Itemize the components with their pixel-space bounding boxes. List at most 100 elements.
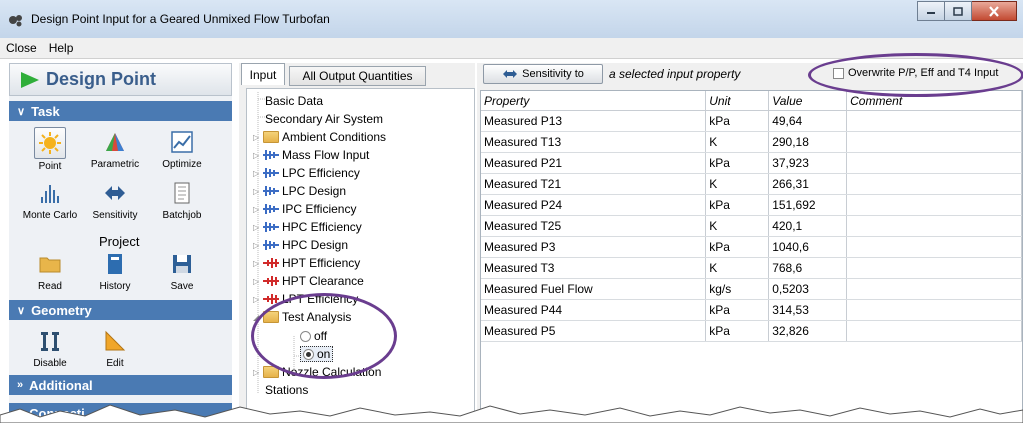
radio-on[interactable] [303, 348, 314, 360]
cell-comment[interactable] [846, 257, 1022, 279]
table-row[interactable]: Measured P13 kPa 49,64 [481, 110, 1022, 132]
cell-comment[interactable] [846, 131, 1022, 153]
cell-empty [705, 341, 770, 362]
cell-comment[interactable] [846, 278, 1022, 300]
cell-value[interactable]: 314,53 [768, 299, 848, 321]
cell-comment[interactable] [846, 236, 1022, 258]
cell-comment[interactable] [846, 320, 1022, 342]
tool-parametric[interactable]: Parametric [85, 127, 145, 170]
task-section-header[interactable]: ∨ Task [9, 101, 232, 121]
design-point-header[interactable]: Design Point [9, 63, 232, 96]
menu-close[interactable]: Close [0, 41, 43, 55]
tool-history-label: History [99, 281, 131, 292]
cell-comment[interactable] [846, 173, 1022, 195]
cell-comment[interactable] [846, 194, 1022, 216]
cell-value[interactable]: 420,1 [768, 215, 848, 237]
tree-option-off[interactable]: off [300, 327, 327, 345]
tree-node-lpt-efficiency[interactable]: ▷ LPT Efficiency [253, 290, 358, 308]
tree-option-on[interactable]: on [300, 345, 334, 363]
cell-value[interactable]: 1040,6 [768, 236, 848, 258]
column-header-unit[interactable]: Unit [705, 91, 770, 111]
tool-history[interactable]: History [85, 249, 145, 292]
cell-value[interactable]: 37,923 [768, 152, 848, 174]
close-icon[interactable] [972, 1, 1017, 21]
expand-icon[interactable]: ▷ [253, 169, 261, 178]
table-row[interactable]: Measured P21 kPa 37,923 [481, 152, 1022, 174]
double-arrow-icon [503, 70, 518, 78]
tool-monte-carlo[interactable]: Monte Carlo [20, 178, 80, 221]
tool-edit[interactable]: Edit [85, 326, 145, 369]
tree-node-mass-flow-input[interactable]: ▷ Mass Flow Input [253, 146, 369, 164]
table-row[interactable]: Measured Fuel Flow kg/s 0,5203 [481, 278, 1022, 300]
tree-node-hpt-clearance[interactable]: ▷ HPT Clearance [253, 272, 364, 290]
tree-node-hpc-design[interactable]: ▷ HPC Design [253, 236, 348, 254]
tab-input[interactable]: Input [241, 63, 285, 85]
expand-icon[interactable]: ▷ [253, 241, 261, 250]
document-icon [167, 178, 197, 208]
expand-icon[interactable]: ▷ [253, 151, 261, 160]
cell-value[interactable]: 266,31 [768, 173, 848, 195]
collapse-icon[interactable]: ◢ [253, 313, 261, 322]
tree-node-nozzle-calculation[interactable]: ▷ Nozzle Calculation [253, 363, 381, 381]
column-header-value[interactable]: Value [768, 91, 848, 111]
tree-node-lpc-efficiency[interactable]: ▷ LPC Efficiency [253, 164, 360, 182]
cell-comment[interactable] [846, 110, 1022, 132]
expand-icon[interactable]: ▷ [253, 259, 261, 268]
sensitivity-button[interactable]: Sensitivity to [483, 64, 603, 84]
cell-value[interactable]: 49,64 [768, 110, 848, 132]
expand-icon[interactable]: ▷ [253, 133, 261, 142]
tool-point[interactable]: Point [20, 127, 80, 172]
table-row[interactable]: Measured T25 K 420,1 [481, 215, 1022, 237]
tool-disable[interactable]: Disable [20, 326, 80, 369]
tool-read[interactable]: Read [20, 249, 80, 292]
ruler-icon [100, 326, 130, 356]
table-row[interactable]: Measured P3 kPa 1040,6 [481, 236, 1022, 258]
table-row[interactable]: Measured T13 K 290,18 [481, 131, 1022, 153]
maximize-icon[interactable] [945, 1, 972, 21]
cell-comment[interactable] [846, 215, 1022, 237]
tree-node-test-analysis[interactable]: ◢ Test Analysis [253, 308, 351, 326]
overwrite-checkbox[interactable] [833, 67, 844, 79]
expand-icon[interactable]: ▷ [253, 223, 261, 232]
table-row[interactable]: Measured T21 K 266,31 [481, 173, 1022, 195]
tree-node-secondary-air-system[interactable]: Secondary Air System [262, 110, 383, 128]
overwrite-option[interactable]: Overwrite P/P, Eff and T4 Input [833, 67, 998, 79]
expand-icon[interactable]: ▷ [253, 187, 261, 196]
cell-value[interactable]: 32,826 [768, 320, 848, 342]
tool-batchjob[interactable]: Batchjob [152, 178, 212, 221]
folder-icon [263, 131, 279, 143]
tree-node-hpt-efficiency[interactable]: ▷ HPT Efficiency [253, 254, 360, 272]
minimize-icon[interactable] [917, 1, 945, 21]
tree-node-hpc-efficiency[interactable]: ▷ HPC Efficiency [253, 218, 362, 236]
expand-icon[interactable]: ▷ [253, 277, 261, 286]
tree-node-lpc-design[interactable]: ▷ LPC Design [253, 182, 346, 200]
table-row[interactable]: Measured P5 kPa 32,826 [481, 320, 1022, 342]
menu-help[interactable]: Help [43, 41, 80, 55]
tree-node-ipc-efficiency[interactable]: ▷ IPC Efficiency [253, 200, 356, 218]
geometry-section-header[interactable]: ∨ Geometry [9, 300, 232, 320]
cell-value[interactable]: 290,18 [768, 131, 848, 153]
window-controls [917, 1, 1017, 21]
radio-off[interactable] [300, 330, 311, 342]
expand-icon[interactable]: ▷ [253, 295, 261, 304]
tab-all-output-quantities[interactable]: All Output Quantities [289, 66, 426, 86]
cell-comment[interactable] [846, 299, 1022, 321]
table-row[interactable]: Measured P44 kPa 314,53 [481, 299, 1022, 321]
expand-icon[interactable]: ▷ [253, 368, 261, 377]
table-row[interactable]: Measured T3 K 768,6 [481, 257, 1022, 279]
tree-node-basic-data[interactable]: Basic Data [262, 92, 323, 110]
tree-node-ambient-conditions[interactable]: ▷ Ambient Conditions [253, 128, 386, 146]
expand-icon[interactable]: ▷ [253, 205, 261, 214]
cell-value[interactable]: 151,692 [768, 194, 848, 216]
column-header-property[interactable]: Property [481, 91, 707, 111]
tool-save[interactable]: Save [152, 249, 212, 292]
additional-section-header[interactable]: » Additional [9, 375, 232, 395]
table-row[interactable]: Measured P24 kPa 151,692 [481, 194, 1022, 216]
design-point-title: Design Point [46, 69, 157, 89]
cell-value[interactable]: 768,6 [768, 257, 848, 279]
cell-comment[interactable] [846, 152, 1022, 174]
column-header-comment[interactable]: Comment [846, 91, 1022, 111]
cell-value[interactable]: 0,5203 [768, 278, 848, 300]
tool-sensitivity[interactable]: Sensitivity [85, 178, 145, 221]
tool-optimize[interactable]: Optimize [152, 127, 212, 170]
